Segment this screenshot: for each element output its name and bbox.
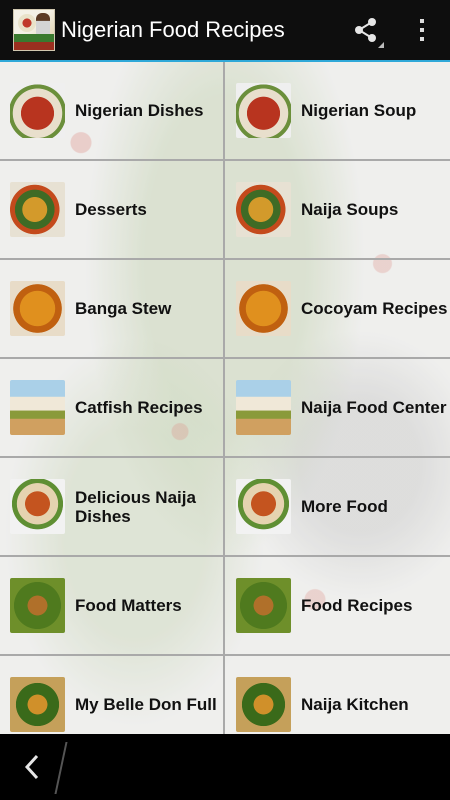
category-label: Catfish Recipes bbox=[75, 398, 203, 417]
category-label: Banga Stew bbox=[75, 299, 172, 318]
category-item[interactable]: Naija Soups bbox=[225, 161, 450, 260]
page-title: Nigerian Food Recipes bbox=[61, 17, 285, 42]
share-icon bbox=[355, 18, 376, 42]
category-label: Desserts bbox=[75, 200, 147, 219]
category-label: More Food bbox=[301, 497, 388, 516]
share-button[interactable] bbox=[338, 0, 394, 60]
category-thumbnail bbox=[236, 578, 291, 633]
category-item[interactable]: Desserts bbox=[0, 161, 225, 260]
category-item[interactable]: Food Recipes bbox=[225, 557, 450, 656]
category-label: Food Matters bbox=[75, 596, 182, 615]
category-thumbnail bbox=[10, 281, 65, 336]
category-grid: Nigerian Dishes Nigerian Soup Desserts Naij… bbox=[0, 62, 450, 734]
app-logo-icon[interactable] bbox=[13, 9, 55, 51]
category-thumbnail bbox=[236, 677, 291, 732]
category-item[interactable]: Food Matters bbox=[0, 557, 225, 656]
category-thumbnail bbox=[10, 83, 65, 138]
category-item[interactable]: Nigerian Soup bbox=[225, 62, 450, 161]
category-thumbnail bbox=[10, 182, 65, 237]
system-nav-bar bbox=[0, 734, 450, 800]
category-label: Naija Kitchen bbox=[301, 695, 409, 714]
category-thumbnail bbox=[236, 380, 291, 435]
category-item[interactable]: Banga Stew bbox=[0, 260, 225, 359]
category-label: Nigerian Dishes bbox=[75, 101, 204, 120]
action-bar: Nigerian Food Recipes bbox=[0, 0, 450, 62]
back-button[interactable] bbox=[14, 752, 50, 782]
category-label: Nigerian Soup bbox=[301, 101, 417, 120]
category-thumbnail bbox=[10, 677, 65, 732]
nav-divider bbox=[54, 742, 68, 794]
overflow-menu-button[interactable] bbox=[394, 0, 450, 60]
category-thumbnail bbox=[10, 479, 65, 534]
category-label: Food Recipes bbox=[301, 596, 413, 615]
category-item[interactable]: Delicious Naija Dishes bbox=[0, 458, 225, 557]
category-item[interactable]: Cocoyam Recipes bbox=[225, 260, 450, 359]
category-item[interactable]: My Belle Don Full bbox=[0, 656, 225, 734]
dropdown-corner-icon bbox=[378, 42, 384, 48]
category-label: Naija Soups bbox=[301, 200, 399, 219]
category-item[interactable]: Catfish Recipes bbox=[0, 359, 225, 458]
category-thumbnail bbox=[236, 83, 291, 138]
category-grid-container: Nigerian Dishes Nigerian Soup Desserts Naij… bbox=[0, 62, 450, 734]
category-thumbnail bbox=[236, 479, 291, 534]
category-item[interactable]: More Food bbox=[225, 458, 450, 557]
category-label: Cocoyam Recipes bbox=[301, 299, 448, 318]
category-item[interactable]: Naija Food Center bbox=[225, 359, 450, 458]
category-thumbnail bbox=[10, 380, 65, 435]
category-thumbnail bbox=[236, 182, 291, 237]
category-label: Delicious Naija Dishes bbox=[75, 487, 196, 526]
back-icon bbox=[24, 754, 39, 780]
overflow-menu-icon bbox=[420, 19, 424, 41]
category-item[interactable]: Naija Kitchen bbox=[225, 656, 450, 734]
category-label: Naija Food Center bbox=[301, 398, 447, 417]
category-item[interactable]: Nigerian Dishes bbox=[0, 62, 225, 161]
category-thumbnail bbox=[236, 281, 291, 336]
category-thumbnail bbox=[10, 578, 65, 633]
category-label: My Belle Don Full bbox=[75, 695, 217, 714]
